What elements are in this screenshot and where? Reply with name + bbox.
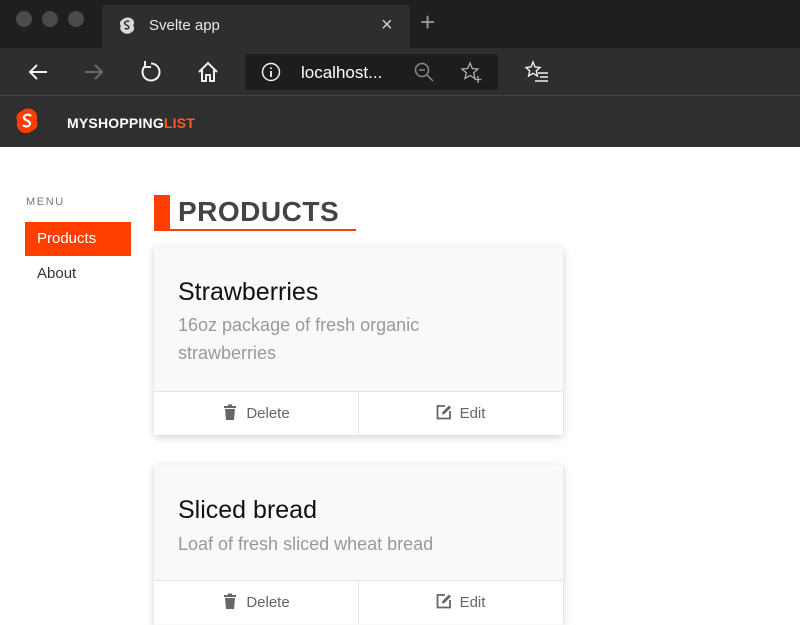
svelte-logo-icon[interactable] (16, 108, 38, 134)
browser-tab-bar: Svelte app × + (0, 0, 800, 48)
info-icon[interactable] (261, 62, 281, 82)
brand-part-shopping: SHOPPING (88, 115, 164, 131)
trash-icon (224, 593, 237, 609)
window-maximize-dot[interactable] (68, 11, 84, 27)
page-title: PRODUCTS (178, 196, 340, 227)
product-description: 16oz package of fresh organic strawberri… (178, 315, 420, 363)
menu-heading: MENU (26, 196, 65, 208)
edit-label: Edit (459, 594, 486, 611)
zoom-out-icon[interactable] (413, 61, 435, 83)
tab-title: Svelte app (149, 17, 220, 34)
delete-button[interactable]: Delete (154, 392, 358, 435)
address-bar[interactable]: localhost... (245, 54, 498, 90)
refresh-icon[interactable] (137, 58, 165, 86)
page-title-block: PRODUCTS (154, 193, 356, 231)
brand-part-my: MY (67, 115, 89, 131)
delete-button[interactable]: Delete (154, 581, 358, 624)
product-name: Strawberries (178, 278, 319, 306)
title-accent-bar (154, 195, 170, 229)
window-close-dot[interactable] (16, 11, 32, 27)
new-tab-button[interactable]: + (420, 9, 435, 35)
card-actions: Delete Edit (154, 391, 563, 435)
product-card: Sliced bread Loaf of fresh sliced wheat … (154, 465, 563, 625)
card-actions: Delete Edit (154, 580, 563, 624)
product-card: Strawberries 16oz package of fresh organ… (154, 247, 563, 435)
svelte-favicon-icon (119, 17, 135, 34)
delete-label: Delete (246, 594, 290, 611)
edit-label: Edit (459, 405, 486, 422)
product-name: Sliced bread (178, 496, 317, 524)
browser-toolbar: localhost... (0, 48, 800, 96)
favorite-star-icon[interactable] (459, 60, 483, 84)
app-header: MYSHOPPINGLIST (0, 96, 800, 147)
home-icon[interactable] (194, 58, 222, 86)
favorites-list-icon[interactable] (524, 59, 550, 85)
back-arrow-icon[interactable] (24, 58, 52, 86)
sidebar-item-about[interactable]: About (25, 257, 131, 291)
url-text[interactable]: localhost... (301, 63, 382, 83)
window-minimize-dot[interactable] (42, 11, 58, 27)
product-description: Loaf of fresh sliced wheat bread (178, 534, 434, 554)
browser-tab[interactable]: Svelte app × (102, 5, 410, 48)
edit-icon (436, 594, 451, 609)
edit-button[interactable]: Edit (358, 581, 562, 624)
trash-icon (224, 404, 237, 420)
edit-icon (436, 405, 451, 420)
brand-part-list: LIST (163, 115, 196, 131)
brand-wordmark[interactable]: MYSHOPPINGLIST (67, 115, 195, 131)
tab-close-button[interactable]: × (381, 15, 393, 35)
forward-arrow-icon[interactable] (80, 58, 108, 86)
edit-button[interactable]: Edit (358, 392, 562, 435)
sidebar-item-products[interactable]: Products (25, 222, 131, 256)
delete-label: Delete (246, 405, 290, 422)
